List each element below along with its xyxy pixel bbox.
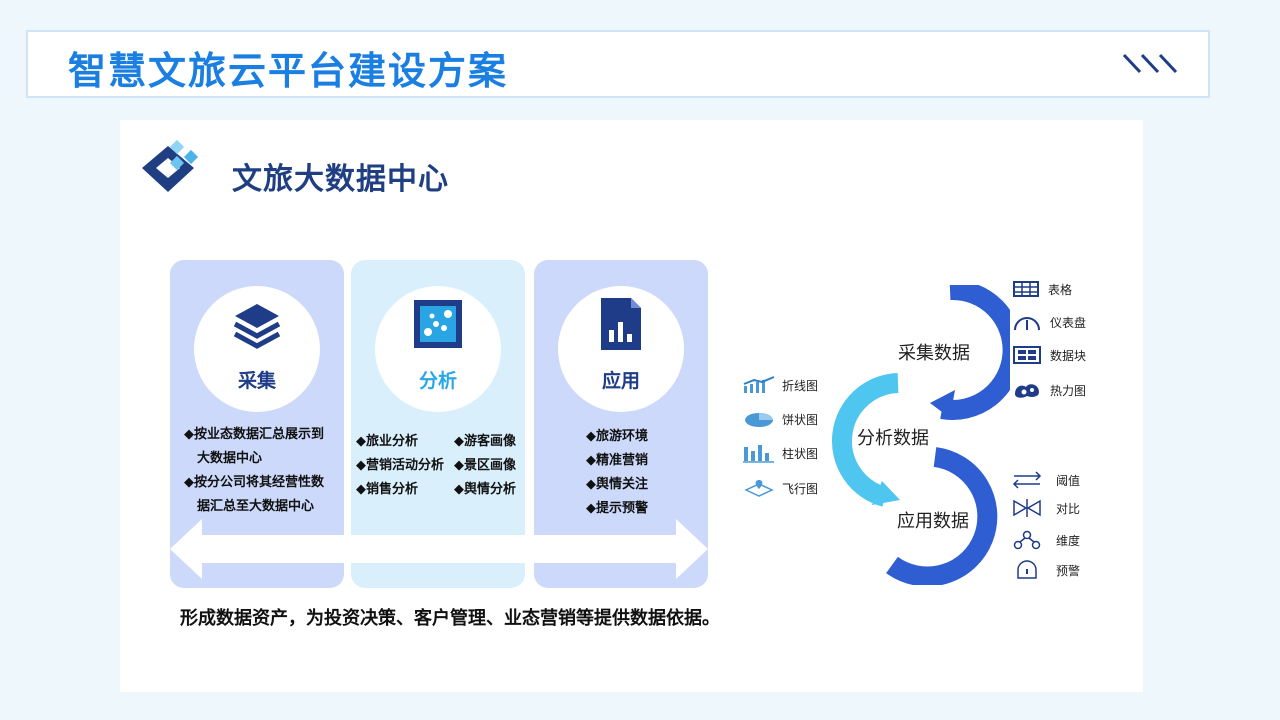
column-apply-label: 应用 [601, 370, 640, 392]
bullet-text: ◆精准营销 [586, 453, 648, 468]
dimension-icon [1013, 530, 1041, 550]
alert-type-dimension: 维度 [1012, 530, 1080, 550]
bullet-text: ◆游客画像 [454, 434, 516, 449]
chart-type-label: 飞行图 [782, 481, 819, 496]
display-type-gauge: 仪表盘 [1012, 312, 1086, 332]
column-collect-label: 采集 [237, 370, 276, 392]
cycle-apply-label: 应用数据 [897, 511, 969, 532]
warning-icon [1017, 560, 1037, 579]
display-type-label: 仪表盘 [1050, 315, 1087, 330]
analyze-bullets-left: ◆旅业分析 ◆营销活动分析 ◆销售分析 [356, 430, 444, 502]
bullet-text: ◆按业态数据汇总展示到 [184, 427, 324, 442]
display-type-heatmap: 热力图 [1012, 380, 1086, 400]
double-arrow-icon [170, 519, 708, 579]
chart-type-label: 折线图 [782, 378, 819, 393]
chart-type-label: 柱状图 [782, 446, 819, 461]
slashes-decoration-icon [1122, 53, 1178, 74]
bullet-text: 据汇总至大数据中心 [197, 499, 315, 514]
alert-type-compare: 对比 [1012, 498, 1080, 518]
bullet-text: ◆销售分析 [356, 482, 418, 497]
cycle-collect-label: 采集数据 [898, 343, 970, 364]
alert-type-label: 对比 [1056, 501, 1081, 516]
apply-bullets: ◆旅游环境 ◆精准营销 ◆舆情关注 ◆提示预警 [586, 425, 648, 521]
column-collect-circle: 采集 [194, 286, 320, 412]
page-title: 智慧文旅云平台建设方案 [68, 49, 509, 93]
bullet-text: ◆旅业分析 [356, 434, 418, 449]
layers-icon [233, 304, 281, 349]
bullet-text: 大数据中心 [197, 451, 263, 466]
display-type-label: 表格 [1048, 282, 1073, 297]
bullet-text: ◆按分公司将其经营性数 [184, 475, 324, 490]
column-analyze-circle: 分析 [375, 286, 501, 412]
alert-type-label: 预警 [1056, 563, 1081, 578]
pie-chart-icon [745, 413, 773, 427]
alert-type-label: 维度 [1056, 533, 1081, 548]
bullet-text: ◆景区画像 [454, 458, 516, 473]
chart-type-label: 饼状图 [782, 412, 819, 427]
data-block-icon [1013, 346, 1041, 364]
threshold-icon [1012, 471, 1042, 489]
table-icon [1013, 281, 1039, 297]
chart-type-flight: 飞行图 [742, 478, 818, 498]
display-type-table: 表格 [1012, 280, 1072, 298]
conclusion-text: 形成数据资产，为投资决策、客户管理、业态营销等提供数据依据。 [180, 608, 720, 629]
chart-type-bar: 柱状图 [742, 443, 818, 463]
gauge-icon [1014, 317, 1040, 331]
alert-type-warning: 预警 [1012, 560, 1080, 580]
bullet-text: ◆舆情关注 [586, 477, 648, 492]
column-analyze-label: 分析 [418, 370, 457, 392]
display-type-block: 数据块 [1012, 345, 1086, 365]
scatter-chart-icon [414, 300, 462, 348]
bullet-text: ◆舆情分析 [454, 482, 516, 497]
logo-title: 文旅大数据中心 [232, 162, 449, 197]
diamond-logo-icon [142, 139, 199, 192]
cycle-analyze-label: 分析数据 [857, 428, 929, 449]
line-chart-icon [743, 376, 775, 393]
bullet-text: ◆营销活动分析 [356, 458, 444, 473]
chart-type-line: 折线图 [742, 376, 818, 394]
bar-chart-icon [743, 445, 774, 463]
collect-bullets: ◆按业态数据汇总展示到 大数据中心 ◆按分公司将其经营性数 据汇总至大数据中心 [184, 423, 324, 519]
alert-type-label: 阈值 [1056, 473, 1081, 488]
heatmap-icon [1015, 384, 1039, 398]
flight-map-icon [744, 480, 774, 497]
analyze-bullets-right: ◆游客画像 ◆景区画像 ◆舆情分析 [454, 430, 516, 502]
report-document-icon [601, 298, 641, 350]
display-type-label: 数据块 [1050, 348, 1087, 363]
chart-type-pie: 饼状图 [742, 410, 818, 428]
display-type-label: 热力图 [1050, 383, 1087, 398]
column-apply-circle: 应用 [558, 286, 684, 412]
alert-type-threshold: 阈值 [1012, 470, 1080, 490]
bullet-text: ◆旅游环境 [586, 429, 648, 444]
compare-icon [1013, 499, 1041, 517]
title-bar: 智慧文旅云平台建设方案 [26, 30, 1210, 98]
